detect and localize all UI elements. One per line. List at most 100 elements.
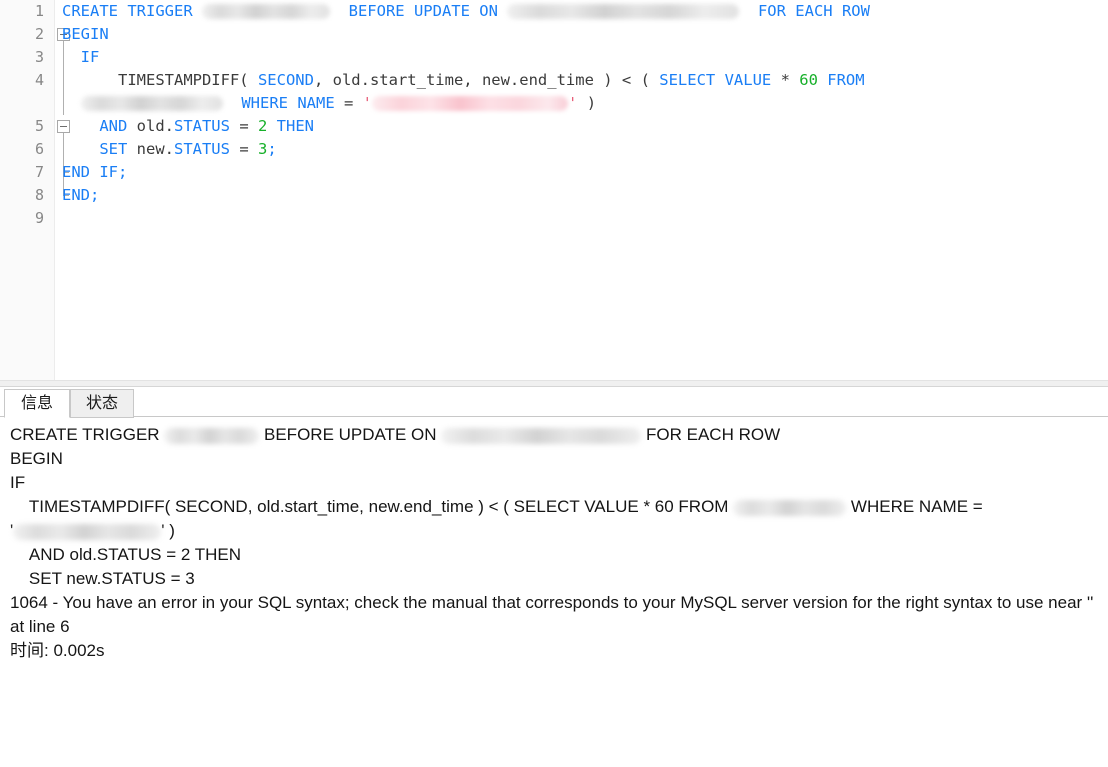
message-text: AND old.STATUS = 2 THEN [10, 545, 241, 564]
code-line[interactable]: 6 SET new.STATUS = 3; [0, 138, 1108, 161]
message-line: 时间: 0.002s [10, 639, 1100, 663]
line-number: 9 [34, 209, 44, 227]
message-output-area[interactable]: CREATE TRIGGER BEFORE UPDATE ON FOR EACH… [0, 417, 1108, 767]
code-line-text: SET new.STATUS = 3; [62, 138, 277, 161]
code-lines-container[interactable]: 1 CREATE TRIGGER BEFORE UPDATE ON FOR EAC… [0, 0, 1108, 230]
message-line: 1064 - You have an error in your SQL syn… [10, 591, 1100, 639]
code-token: TIMESTAMPDIFF( [62, 71, 258, 89]
code-line[interactable]: WHERE NAME = ' ' ) [0, 92, 1108, 115]
code-token: new. [136, 140, 174, 158]
code-token: 2 [257, 117, 268, 135]
code-line[interactable]: 4 TIMESTAMPDIFF( SECOND, old.start_time,… [0, 69, 1108, 92]
code-line-text: END; [62, 184, 99, 207]
line-number: 8 [34, 186, 44, 204]
code-line-text: END IF; [62, 161, 127, 184]
code-token: 60 [799, 71, 818, 89]
code-token: END; [62, 186, 100, 204]
code-token: 3 [257, 140, 268, 158]
message-line: TIMESTAMPDIFF( SECOND, old.start_time, n… [10, 495, 1100, 519]
code-token: , old.start_time, new.end_time ) < ( [313, 71, 660, 89]
code-line[interactable]: 3 IF [0, 46, 1108, 69]
line-number: 4 [34, 71, 44, 89]
redacted-identifier [80, 96, 223, 111]
code-token: SECOND [257, 71, 314, 89]
code-token: ' [362, 94, 373, 112]
line-number: 7 [34, 163, 44, 181]
result-tabstrip[interactable]: 信息 状态 [0, 387, 1108, 418]
message-line: BEGIN [10, 447, 1100, 471]
code-token: FOR EACH ROW [739, 2, 870, 20]
code-line[interactable]: 5 AND old.STATUS = 2 THEN [0, 115, 1108, 138]
redacted-identifier [13, 523, 162, 540]
code-token: STATUS [173, 117, 240, 135]
redacted-identifier [441, 427, 642, 444]
line-number [0, 92, 44, 115]
code-line[interactable]: 7 END IF; [0, 161, 1108, 184]
code-line-text: CREATE TRIGGER BEFORE UPDATE ON FOR EACH… [62, 0, 870, 23]
code-token: ; [267, 140, 277, 158]
message-text: CREATE TRIGGER [10, 425, 165, 444]
redacted-identifier [372, 96, 569, 111]
code-token: BEGIN [62, 25, 109, 43]
message-line: IF [10, 471, 1100, 495]
sql-code-editor[interactable]: 1 CREATE TRIGGER BEFORE UPDATE ON FOR EAC… [0, 0, 1108, 380]
code-line-text: IF [62, 46, 100, 69]
code-line[interactable]: 8 END; [0, 184, 1108, 207]
line-number: 5 [34, 117, 44, 135]
code-line-text: WHERE NAME = ' ' ) [62, 92, 596, 115]
redacted-identifier [733, 499, 847, 516]
result-tab-info[interactable]: 信息 [4, 389, 70, 418]
message-text: BEFORE UPDATE ON [259, 425, 442, 444]
redacted-identifier [507, 4, 740, 19]
message-line: SET new.STATUS = 3 [10, 567, 1100, 591]
code-token: WHERE NAME [222, 94, 344, 112]
result-tab-status[interactable]: 状态 [70, 389, 134, 418]
line-number: 3 [34, 48, 44, 66]
code-line[interactable]: 9 [0, 207, 1108, 230]
code-token: SET [62, 140, 137, 158]
code-token: BEFORE UPDATE ON [329, 2, 508, 20]
code-token: FROM [817, 71, 865, 89]
code-line-text: BEGIN [62, 23, 109, 46]
line-number: 6 [34, 140, 44, 158]
message-text: SET new.STATUS = 3 [10, 569, 195, 588]
code-token: = [344, 94, 363, 112]
line-number: 2 [34, 25, 44, 43]
code-token: = [239, 140, 258, 158]
code-token: CREATE TRIGGER [62, 2, 202, 20]
message-text: BEGIN [10, 449, 63, 468]
code-token: THEN [267, 117, 314, 135]
code-token: SELECT VALUE [659, 71, 781, 89]
message-text: FOR EACH ROW [641, 425, 781, 444]
message-text: WHERE NAME = [846, 497, 983, 516]
message-text: TIMESTAMPDIFF( SECOND, old.start_time, n… [10, 497, 734, 516]
fold-column[interactable] [55, 207, 75, 230]
code-token: ) [577, 94, 597, 112]
code-token: = [239, 117, 258, 135]
redacted-identifier [201, 4, 330, 19]
message-line: CREATE TRIGGER BEFORE UPDATE ON FOR EACH… [10, 423, 1100, 447]
message-text: 时间: 0.002s [10, 641, 105, 660]
code-token: IF [62, 48, 100, 66]
sql-client-window: 1 CREATE TRIGGER BEFORE UPDATE ON FOR EAC… [0, 0, 1108, 767]
code-line[interactable]: 1 CREATE TRIGGER BEFORE UPDATE ON FOR EAC… [0, 0, 1108, 23]
redacted-identifier [164, 427, 260, 444]
code-line[interactable]: 2 BEGIN [0, 23, 1108, 46]
code-line-text: TIMESTAMPDIFF( SECOND, old.start_time, n… [62, 69, 865, 92]
message-line: AND old.STATUS = 2 THEN [10, 543, 1100, 567]
code-token: ' [568, 94, 578, 112]
code-token: * [780, 71, 800, 89]
line-number: 1 [34, 2, 44, 20]
message-line: ' ' ) [10, 519, 1100, 543]
code-token: AND [62, 117, 137, 135]
code-token: STATUS [173, 140, 240, 158]
result-panel: 信息 状态 CREATE TRIGGER BEFORE UPDATE ON FOR… [0, 387, 1108, 767]
message-text: IF [10, 473, 26, 492]
code-token: old. [136, 117, 174, 135]
panel-splitter[interactable] [0, 380, 1108, 387]
message-text: ' ) [161, 521, 175, 540]
code-token: END IF; [62, 163, 128, 181]
code-line-text: AND old.STATUS = 2 THEN [62, 115, 314, 138]
message-text: 1064 - You have an error in your SQL syn… [10, 593, 1099, 636]
